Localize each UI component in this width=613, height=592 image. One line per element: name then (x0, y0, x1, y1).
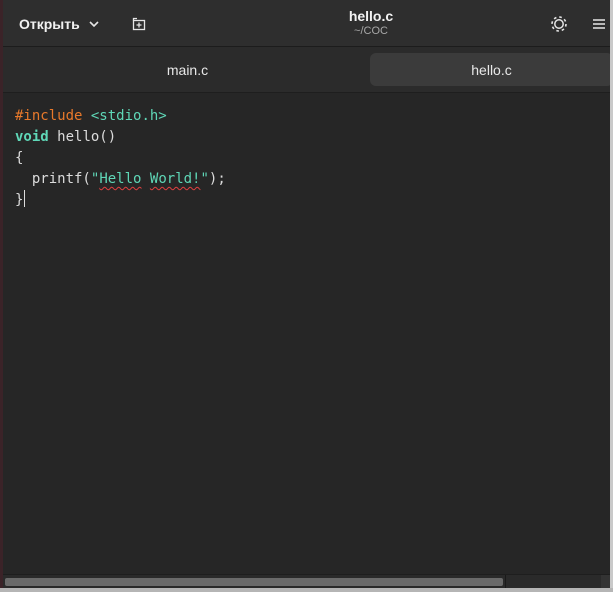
tab-label: hello.c (471, 61, 512, 78)
string-quote: " (200, 171, 209, 187)
window-title-block: hello.c ~/COC (253, 7, 489, 38)
editor-window: Открыть hello.c ~/COC main.c hello.c #in… (0, 0, 613, 592)
brace-token: { (15, 150, 24, 166)
code-line-5: } (15, 190, 613, 211)
text-cursor (24, 190, 26, 207)
main-menu-button[interactable] (587, 11, 611, 37)
function-decl-token: hello() (57, 129, 117, 145)
window-subtitle: ~/COC (354, 25, 388, 37)
call-token: printf( (31, 171, 91, 187)
horizontal-scrollbar[interactable] (3, 574, 613, 589)
tab-main-c[interactable]: main.c (6, 53, 369, 86)
code-editor[interactable]: #include <stdio.h> void hello() { printf… (3, 94, 613, 574)
new-tab-button[interactable] (125, 11, 153, 37)
preprocessor-token: #include (15, 108, 83, 124)
window-bottom-edge (0, 588, 613, 592)
code-line-3: { (15, 148, 613, 169)
keyword-token: void (15, 129, 49, 145)
tab-bar: main.c hello.c (3, 47, 613, 93)
call-end-token: ); (208, 171, 226, 187)
string-word-misspelled: Hello (99, 171, 142, 187)
scrollbar-thumb[interactable] (5, 578, 503, 586)
header-token: <stdio.h> (90, 108, 167, 124)
string-space (141, 171, 149, 187)
code-line-4: printf("Hello World!"); (15, 169, 613, 190)
code-line-2: void hello() (15, 127, 613, 148)
chevron-down-icon (89, 21, 99, 28)
code-line-1: #include <stdio.h> (15, 106, 613, 127)
gear-icon (551, 16, 567, 32)
tab-label: main.c (166, 61, 209, 78)
tab-hello-c[interactable]: hello.c (370, 53, 613, 86)
new-tab-icon (132, 17, 146, 31)
header-bar: Открыть hello.c ~/COC (3, 0, 613, 47)
open-button[interactable]: Открыть (13, 9, 106, 39)
open-button-label: Открыть (19, 16, 80, 32)
hamburger-menu-icon (593, 19, 605, 29)
scrollbar-divider (505, 575, 506, 589)
brace-token: } (15, 192, 24, 208)
window-title: hello.c (348, 8, 394, 24)
settings-button[interactable] (546, 11, 572, 37)
string-word-misspelled: World! (149, 171, 201, 187)
